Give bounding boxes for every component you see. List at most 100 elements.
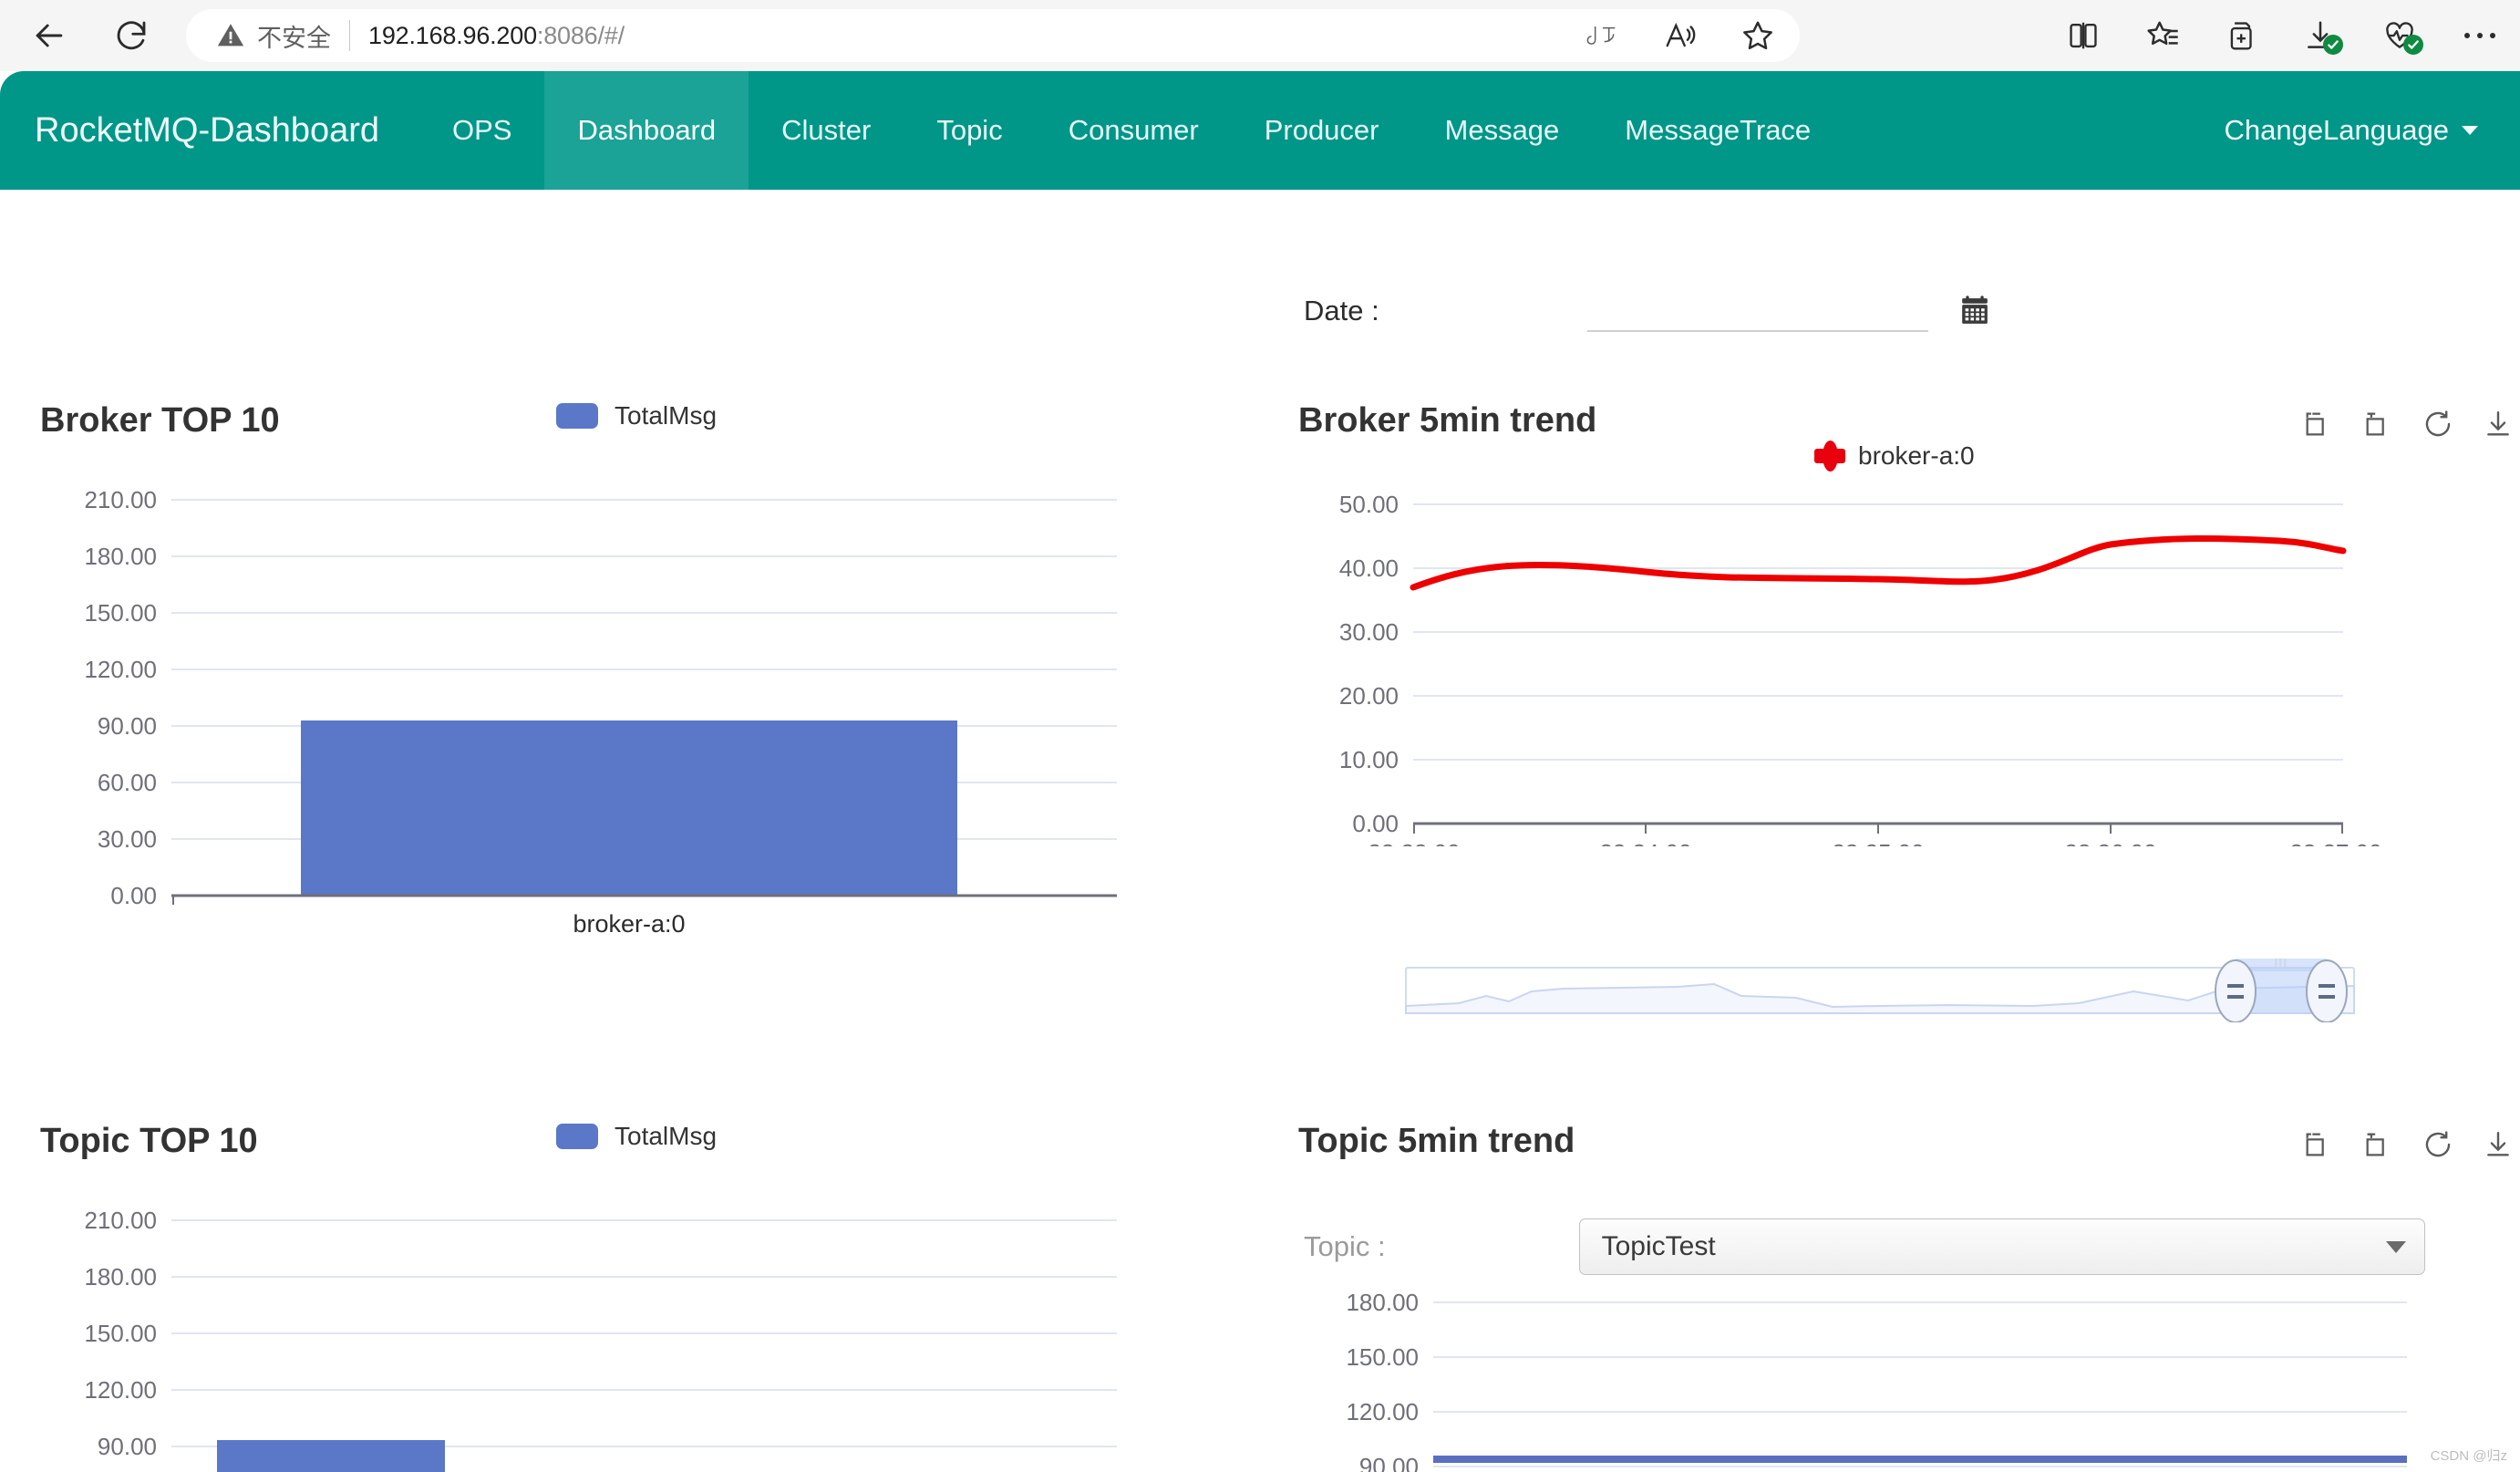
svg-text:0.00: 0.00 bbox=[1352, 810, 1399, 837]
svg-text:120.00: 120.00 bbox=[84, 1376, 157, 1404]
app-brand[interactable]: RocketMQ-Dashboard bbox=[35, 71, 379, 190]
download-icon[interactable] bbox=[2483, 1129, 2514, 1160]
topic-top10-title: Topic TOP 10 bbox=[40, 1122, 258, 1160]
svg-text:23:27:00: 23:27:00 bbox=[2289, 839, 2381, 846]
legend-label-totalmsg: TotalMsg bbox=[615, 1122, 718, 1150]
broker-top10-legend[interactable]: TotalMsg bbox=[556, 401, 717, 430]
svg-text:60.00: 60.00 bbox=[98, 769, 157, 796]
legend-label-broker-a-0: broker-a:0 bbox=[1858, 441, 1975, 470]
svg-text:90.00: 90.00 bbox=[98, 1433, 157, 1460]
app-navbar: RocketMQ-Dashboard OPS Dashboard Cluster… bbox=[0, 71, 2520, 190]
svg-text:40.00: 40.00 bbox=[1339, 555, 1399, 582]
svg-text:150.00: 150.00 bbox=[1346, 1343, 1419, 1371]
nav-item-ops[interactable]: OPS bbox=[419, 71, 544, 190]
broker-trend-title: Broker 5min trend bbox=[1298, 401, 1597, 440]
svg-text:180.00: 180.00 bbox=[1346, 1289, 1419, 1316]
nav-item-consumer[interactable]: Consumer bbox=[1036, 71, 1232, 190]
favorite-star-icon[interactable] bbox=[1740, 17, 1776, 54]
series-line-broker-a-0 bbox=[1410, 534, 2347, 591]
zoom-restore-icon[interactable] bbox=[2362, 1129, 2393, 1160]
browser-essentials-icon[interactable] bbox=[2381, 18, 2423, 55]
svg-text:120.00: 120.00 bbox=[84, 656, 157, 683]
nav-item-producer[interactable]: Producer bbox=[1232, 71, 1412, 190]
read-aloud-japanese-icon[interactable] bbox=[1585, 19, 1621, 52]
calendar-icon[interactable] bbox=[1959, 295, 1990, 327]
watermark: CSDN @归z bbox=[2430, 1448, 2507, 1464]
legend-swatch-totalmsg bbox=[556, 403, 598, 429]
legend-marker-broker-a-0 bbox=[1814, 441, 1845, 472]
omnibox-divider bbox=[349, 20, 350, 51]
settings-more-icon[interactable] bbox=[2462, 29, 2498, 42]
datazoom-handle-left bbox=[2215, 959, 2257, 1022]
svg-text:20.00: 20.00 bbox=[1339, 682, 1399, 710]
nav-item-cluster[interactable]: Cluster bbox=[749, 71, 904, 190]
svg-text:150.00: 150.00 bbox=[84, 599, 157, 627]
nav-item-topic[interactable]: Topic bbox=[904, 71, 1035, 190]
change-language-dropdown[interactable]: ChangeLanguage bbox=[2224, 71, 2478, 190]
nav-item-message[interactable]: Message bbox=[1412, 71, 1593, 190]
collections-icon[interactable] bbox=[2144, 17, 2181, 54]
main-nav: OPS Dashboard Cluster Topic Consumer Pro… bbox=[419, 71, 1844, 190]
broker-trend-legend[interactable]: broker-a:0 bbox=[1814, 441, 1975, 472]
read-aloud-icon[interactable] bbox=[1663, 18, 1698, 53]
topic-trend-title: Topic 5min trend bbox=[1298, 1122, 1575, 1160]
svg-text:120.00: 120.00 bbox=[1346, 1398, 1419, 1425]
topic-trend-toolbox bbox=[2302, 1129, 2514, 1160]
change-language-label: ChangeLanguage bbox=[2224, 114, 2449, 146]
app-root: 不安全 192.168.96.200:8086/#/ RocketMQ-Dash… bbox=[0, 0, 2520, 1472]
downloads-icon[interactable] bbox=[2303, 18, 2343, 55]
dashboard-content: Date : Broker TOP 10 TotalMsg 210.00 180… bbox=[0, 190, 2520, 1472]
broker-top10-chart[interactable]: 210.00 180.00 150.00 120.00 90.00 60.00 … bbox=[18, 463, 1158, 938]
bar-broker-a-0 bbox=[301, 720, 957, 896]
zoom-select-icon[interactable] bbox=[2302, 1129, 2333, 1160]
zoom-select-icon[interactable] bbox=[2302, 409, 2333, 440]
legend-label-totalmsg: TotalMsg bbox=[615, 401, 718, 430]
broker-top10-title: Broker TOP 10 bbox=[40, 401, 280, 440]
browser-toolbar: 不安全 192.168.96.200:8086/#/ bbox=[0, 0, 2520, 71]
svg-text:30.00: 30.00 bbox=[1339, 618, 1399, 646]
svg-text:90.00: 90.00 bbox=[98, 712, 157, 740]
legend-swatch-totalmsg bbox=[556, 1124, 598, 1149]
zoom-restore-icon[interactable] bbox=[2362, 409, 2393, 440]
reload-icon[interactable] bbox=[102, 6, 160, 65]
url-text: 192.168.96.200:8086/#/ bbox=[368, 22, 625, 50]
svg-text:23:25:00: 23:25:00 bbox=[1832, 839, 1924, 846]
topic-trend-chart[interactable]: 180.00 150.00 120.00 90.00 bbox=[1295, 1184, 2516, 1472]
download-icon[interactable] bbox=[2483, 409, 2514, 440]
refresh-icon[interactable] bbox=[2422, 1129, 2453, 1160]
download-complete-badge bbox=[2323, 35, 2343, 55]
refresh-icon[interactable] bbox=[2422, 409, 2453, 440]
svg-text:180.00: 180.00 bbox=[84, 1263, 157, 1291]
security-label: 不安全 bbox=[257, 24, 331, 53]
svg-text:23:26:00: 23:26:00 bbox=[2064, 839, 2156, 846]
url-path: :8086/#/ bbox=[536, 21, 625, 49]
svg-text:180.00: 180.00 bbox=[84, 543, 157, 570]
svg-text:23:24:00: 23:24:00 bbox=[1599, 839, 1691, 846]
url-host: 192.168.96.200 bbox=[368, 21, 537, 49]
chevron-down-icon bbox=[2462, 126, 2478, 135]
svg-text:90.00: 90.00 bbox=[1359, 1453, 1419, 1472]
date-input[interactable] bbox=[1586, 290, 1928, 332]
back-arrow-icon[interactable] bbox=[20, 6, 78, 65]
svg-text:210.00: 210.00 bbox=[84, 486, 157, 513]
svg-text:broker-a:0: broker-a:0 bbox=[573, 910, 685, 938]
add-tab-group-icon[interactable] bbox=[2225, 18, 2259, 53]
nav-item-messagetrace[interactable]: MessageTrace bbox=[1592, 71, 1844, 190]
topic-top10-legend[interactable]: TotalMsg bbox=[556, 1122, 717, 1151]
split-screen-icon[interactable] bbox=[2066, 18, 2101, 53]
svg-text:30.00: 30.00 bbox=[98, 825, 157, 853]
broker-trend-datazoom-slider[interactable] bbox=[1404, 959, 2398, 1022]
topic-top10-chart[interactable]: 210.00 180.00 150.00 120.00 90.00 bbox=[18, 1184, 1158, 1472]
essentials-ok-badge bbox=[2403, 35, 2423, 55]
omnibox-actions bbox=[1585, 9, 1776, 62]
broker-trend-chart[interactable]: 50.00 40.00 30.00 20.00 10.00 0.00 23:23… bbox=[1295, 472, 2516, 846]
nav-item-dashboard[interactable]: Dashboard bbox=[544, 71, 749, 190]
svg-text:0.00: 0.00 bbox=[110, 882, 157, 909]
datazoom-handle-right bbox=[2306, 959, 2348, 1022]
date-filter: Date : bbox=[1304, 290, 1990, 332]
address-bar[interactable]: 不安全 192.168.96.200:8086/#/ bbox=[186, 9, 1800, 62]
bar-topic-test bbox=[217, 1440, 445, 1472]
svg-text:150.00: 150.00 bbox=[84, 1320, 157, 1347]
broker-trend-toolbox bbox=[2302, 409, 2514, 440]
svg-text:210.00: 210.00 bbox=[84, 1207, 157, 1234]
